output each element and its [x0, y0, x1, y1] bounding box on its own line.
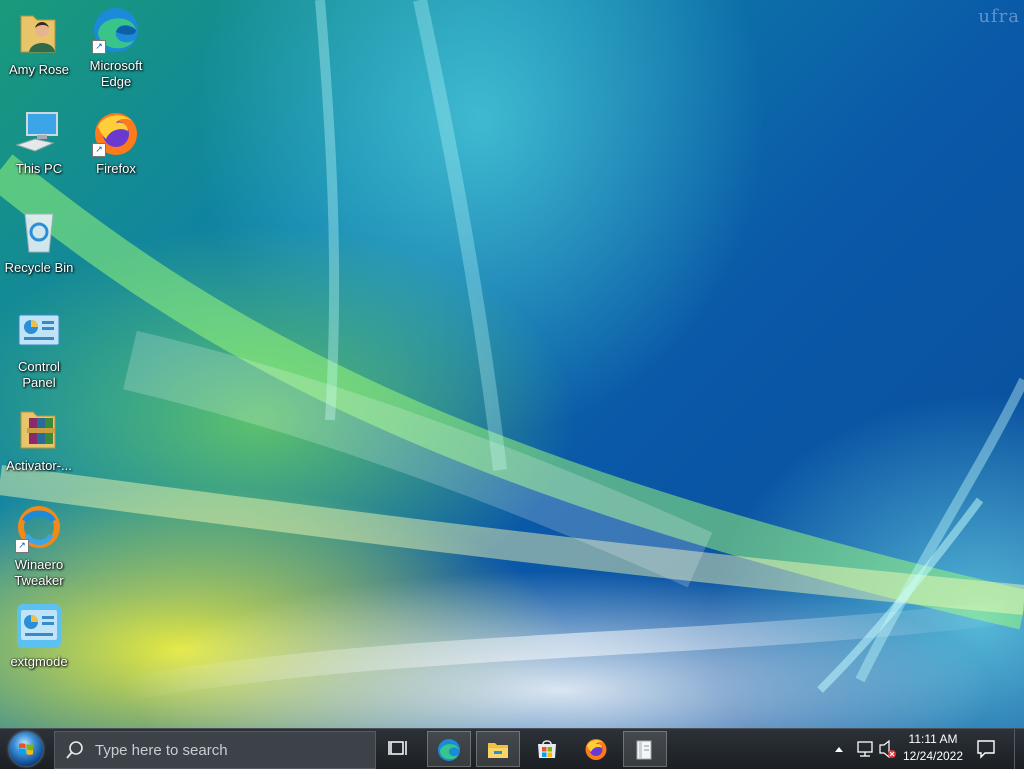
- desktop-icon-firefox[interactable]: ↗ Firefox: [78, 109, 154, 177]
- icon-label: extgmode: [10, 654, 68, 669]
- file-explorer-icon: [488, 743, 508, 758]
- search-box[interactable]: Type here to search: [54, 731, 376, 769]
- network-button[interactable]: [854, 729, 876, 769]
- icon-label: Winaero Tweaker: [14, 557, 64, 588]
- search-icon: [66, 741, 83, 759]
- network-icon: [857, 741, 873, 757]
- taskbar-file-explorer-button[interactable]: [476, 731, 520, 767]
- shortcut-arrow-icon: ↗: [15, 539, 29, 553]
- taskbar-firefox-button[interactable]: [574, 731, 618, 767]
- icon-label: Recycle Bin: [4, 260, 74, 275]
- start-button[interactable]: [6, 731, 46, 767]
- desktop-icon-control-panel[interactable]: Control Panel: [1, 307, 77, 391]
- show-hidden-icons-button[interactable]: [832, 729, 846, 769]
- notifications-button[interactable]: [972, 729, 1000, 769]
- search-placeholder: Type here to search: [95, 742, 228, 759]
- computer-icon: [15, 109, 63, 157]
- desktop-icon-microsoft-edge[interactable]: ↗ Microsoft Edge: [78, 6, 154, 90]
- chevron-up-icon: [835, 747, 843, 752]
- icon-label: Activator-...: [6, 458, 72, 473]
- icon-label: Control Panel: [18, 359, 60, 390]
- task-view-icon: [388, 741, 407, 755]
- clock-date: 12/24/2022: [902, 749, 964, 763]
- volume-muted-icon: [879, 739, 896, 759]
- shortcut-arrow-icon: ↗: [92, 143, 106, 157]
- notepad-icon: [636, 740, 652, 760]
- taskbar-edge-button[interactable]: [427, 731, 471, 767]
- taskbar-notepad-button[interactable]: [623, 731, 667, 767]
- show-desktop-button[interactable]: [1014, 729, 1024, 769]
- icon-label: Firefox: [96, 161, 136, 176]
- task-view-button[interactable]: [376, 731, 420, 767]
- desktop-icon-recycle-bin[interactable]: Recycle Bin: [1, 208, 77, 276]
- icon-label: Amy Rose: [9, 62, 69, 77]
- winaero-tweaker-icon: ↗: [15, 505, 63, 553]
- desktop-icon-winaero-tweaker[interactable]: ↗ Winaero Tweaker: [1, 505, 77, 589]
- desktop-icon-activator[interactable]: Activator-...: [1, 406, 77, 474]
- edge-icon: ↗: [92, 6, 140, 54]
- firefox-icon: [585, 739, 607, 760]
- volume-button[interactable]: [877, 729, 899, 769]
- desktop-icon-amy-rose[interactable]: Amy Rose: [1, 10, 77, 78]
- desktop[interactable]: ufra Amy Rose ↗ Microsoft Edge This PC ↗…: [0, 0, 1024, 728]
- notification-icon: [977, 740, 995, 759]
- taskbar: Type here to search 11:11 AM 12/24/2022: [0, 728, 1024, 769]
- watermark: ufra: [978, 6, 1020, 27]
- extgmode-icon: [15, 602, 63, 650]
- control-panel-icon: [15, 307, 63, 355]
- desktop-icon-extgmode[interactable]: extgmode: [1, 602, 77, 670]
- edge-icon: [438, 739, 460, 761]
- winrar-archive-icon: [15, 406, 63, 454]
- desktop-icon-this-pc[interactable]: This PC: [1, 109, 77, 177]
- user-folder-icon: [15, 10, 63, 58]
- icon-label: Microsoft Edge: [89, 58, 143, 89]
- icon-label: This PC: [15, 161, 63, 176]
- store-icon: [538, 740, 556, 758]
- windows-orb-icon: [9, 732, 43, 766]
- recycle-bin-icon: [15, 208, 63, 256]
- shortcut-arrow-icon: ↗: [92, 40, 106, 54]
- firefox-icon: ↗: [92, 109, 140, 157]
- clock[interactable]: 11:11 AM 12/24/2022: [898, 731, 968, 765]
- clock-time: 11:11 AM: [908, 732, 958, 746]
- taskbar-store-button[interactable]: [525, 731, 569, 767]
